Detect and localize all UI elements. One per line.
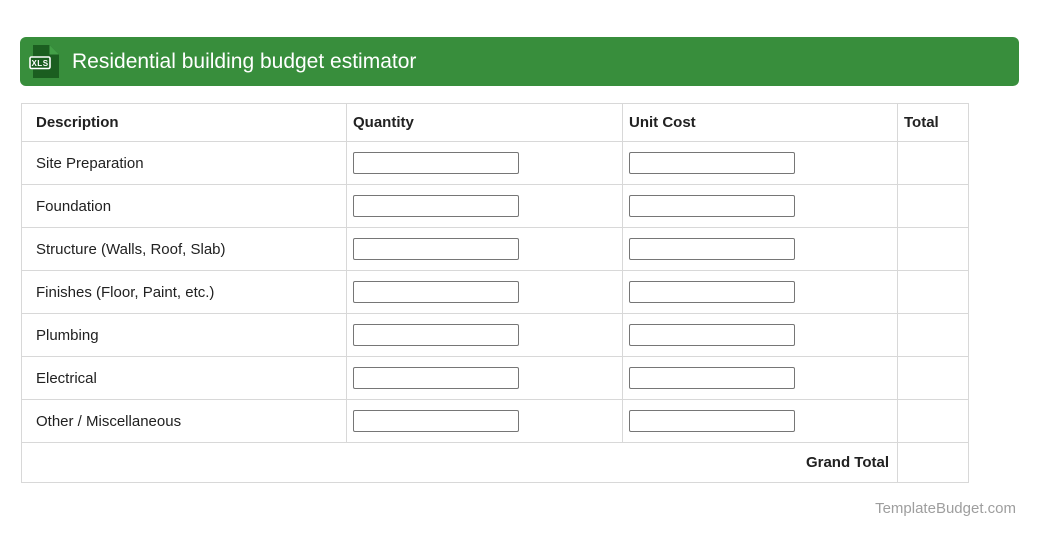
quantity-input[interactable] [353,324,519,346]
quantity-input[interactable] [353,152,519,174]
table-row: Electrical [21,356,969,400]
grand-total-value [897,442,969,483]
table-row: Structure (Walls, Roof, Slab) [21,227,969,271]
footer-credit: TemplateBudget.com [875,500,1016,517]
unit-cost-cell [622,270,898,314]
quantity-cell [346,356,623,400]
row-description: Plumbing [21,313,347,357]
table-row: Other / Miscellaneous [21,399,969,443]
unit-cost-input[interactable] [629,324,795,346]
quantity-input[interactable] [353,281,519,303]
column-header-unit-cost: Unit Cost [622,103,898,142]
row-total-cell [897,270,969,314]
row-total-cell [897,313,969,357]
row-description: Electrical [21,356,347,400]
column-header-description: Description [21,103,347,142]
unit-cost-input[interactable] [629,195,795,217]
header-bar: XLS Residential building budget estimato… [20,37,1019,86]
budget-table: Description Quantity Unit Cost Total Sit… [21,103,969,483]
page: { "header": { "title": "Residential buil… [0,0,1040,541]
unit-cost-cell [622,313,898,357]
unit-cost-input[interactable] [629,152,795,174]
quantity-input[interactable] [353,367,519,389]
row-description: Finishes (Floor, Paint, etc.) [21,270,347,314]
grand-total-row: Grand Total [21,442,969,483]
row-total-cell [897,184,969,228]
row-description: Site Preparation [21,141,347,185]
unit-cost-cell [622,141,898,185]
row-total-cell [897,227,969,271]
table-row: Foundation [21,184,969,228]
quantity-input[interactable] [353,410,519,432]
row-description: Foundation [21,184,347,228]
unit-cost-cell [622,184,898,228]
unit-cost-cell [622,227,898,271]
column-header-quantity: Quantity [346,103,623,142]
unit-cost-cell [622,399,898,443]
quantity-cell [346,141,623,185]
page-title: Residential building budget estimator [72,49,417,73]
table-row: Finishes (Floor, Paint, etc.) [21,270,969,314]
table-header-row: Description Quantity Unit Cost Total [21,103,969,142]
unit-cost-input[interactable] [629,410,795,432]
quantity-cell [346,184,623,228]
grand-total-label: Grand Total [21,442,898,483]
row-total-cell [897,356,969,400]
column-header-total: Total [897,103,969,142]
table-row: Plumbing [21,313,969,357]
row-description: Structure (Walls, Roof, Slab) [21,227,347,271]
quantity-cell [346,399,623,443]
row-total-cell [897,399,969,443]
quantity-input[interactable] [353,195,519,217]
table-row: Site Preparation [21,141,969,185]
quantity-input[interactable] [353,238,519,260]
unit-cost-input[interactable] [629,238,795,260]
row-total-cell [897,141,969,185]
quantity-cell [346,227,623,271]
unit-cost-cell [622,356,898,400]
unit-cost-input[interactable] [629,367,795,389]
row-description: Other / Miscellaneous [21,399,347,443]
xls-file-icon: XLS [29,45,59,78]
unit-cost-input[interactable] [629,281,795,303]
quantity-cell [346,313,623,357]
xls-icon-label: XLS [31,59,48,68]
quantity-cell [346,270,623,314]
